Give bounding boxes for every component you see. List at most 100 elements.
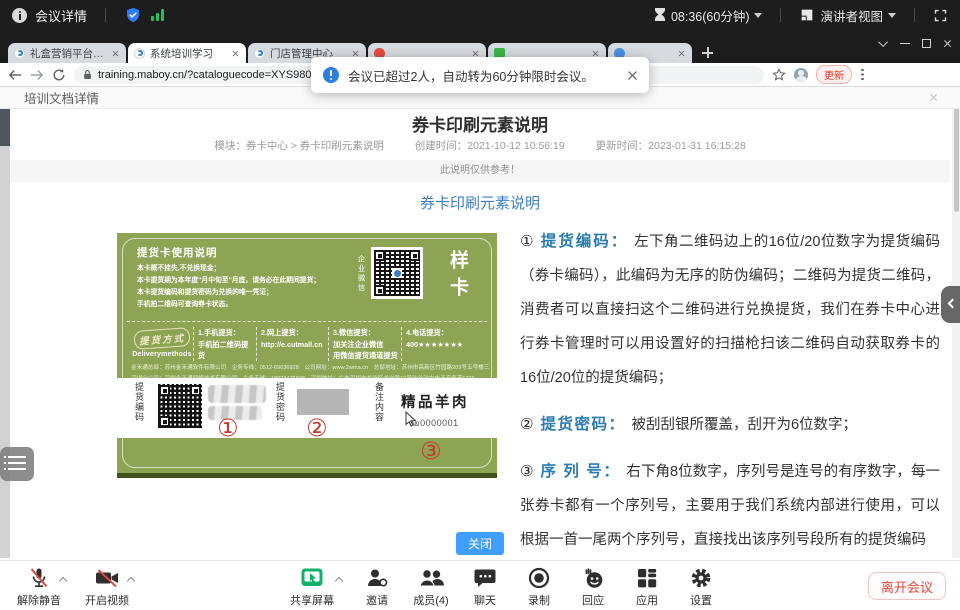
network-signal-icon[interactable] bbox=[150, 8, 166, 22]
share-options-chevron[interactable] bbox=[335, 577, 343, 585]
browser-update-pill[interactable]: 更新 bbox=[816, 65, 852, 84]
blurred-code-block bbox=[208, 385, 266, 403]
explanation-column: ①提货编码：左下角二维码边上的16位/20位数字为提货编码（券卡编码），此编码为… bbox=[520, 225, 940, 570]
card-usage-title: 提货卡使用说明 bbox=[137, 245, 355, 260]
meeting-timer[interactable]: 08:36(60分钟) bbox=[654, 6, 763, 25]
delivery-method-1: 1.手机提货：手机拍二维码提货 bbox=[198, 328, 255, 362]
back-icon[interactable] bbox=[8, 69, 22, 81]
mouse-cursor bbox=[405, 411, 417, 427]
microphone-muted-icon bbox=[27, 566, 51, 590]
browser-profile-avatar[interactable] bbox=[794, 68, 808, 82]
share-screen-icon bbox=[300, 566, 324, 590]
info-icon bbox=[323, 67, 339, 83]
meeting-info-label[interactable]: 会议详情 bbox=[35, 6, 87, 25]
window-menu-icon[interactable] bbox=[878, 37, 888, 47]
voucher-card-image: 提货卡使用说明 本卡概不挂失,不兑换现金； 本卡提货期为本年度"月中旬至"月底，… bbox=[117, 233, 497, 478]
unmute-button[interactable]: 解除静音 bbox=[10, 566, 68, 608]
tab-close-icon[interactable] bbox=[232, 49, 239, 56]
page-title: 培训文档详情 bbox=[24, 88, 99, 107]
doc-meta-created: 创建时间：2021-10-12 10:56:19 bbox=[415, 140, 565, 152]
gear-icon bbox=[689, 566, 713, 590]
hourglass-icon bbox=[654, 8, 666, 22]
reload-icon[interactable] bbox=[52, 68, 66, 82]
video-options-chevron[interactable] bbox=[127, 577, 135, 585]
meeting-info-icon[interactable] bbox=[12, 8, 27, 23]
browser-tab-2-active[interactable]: 系统培训学习 bbox=[128, 43, 246, 63]
card-usage-line: 本卡提货期为本年度"月中旬至"月底，请务必在此期间提货； bbox=[137, 275, 355, 287]
reaction-button[interactable]: 回应 bbox=[564, 566, 622, 608]
leave-meeting-button[interactable]: 离开会议 bbox=[868, 572, 946, 600]
badge-3: ③ bbox=[420, 440, 442, 464]
scrollbar-thumb[interactable] bbox=[954, 92, 959, 212]
fullscreen-icon[interactable] bbox=[933, 8, 948, 23]
serial-number: №0000001 bbox=[410, 418, 459, 428]
page-close-icon[interactable] bbox=[929, 93, 938, 102]
record-icon bbox=[527, 566, 551, 590]
doc-meta: 模块：券卡中心 > 券卡印刷元素说明 创建时间：2021-10-12 10:56… bbox=[0, 138, 960, 153]
notification-text: 会议已超过2人，自动转为60分钟限时会议。 bbox=[348, 66, 619, 85]
card-usage-block: 提货卡使用说明 本卡概不挂失,不兑换现金； 本卡提货期为本年度"月中旬至"月底，… bbox=[137, 245, 355, 311]
tab-close-icon[interactable] bbox=[592, 49, 599, 56]
invite-button[interactable]: 邀请 bbox=[348, 566, 406, 608]
delivery-method-2: 2.网上提货：http://e.cutmall.cn bbox=[261, 328, 327, 351]
divider bbox=[780, 8, 781, 22]
tab-close-icon[interactable] bbox=[112, 49, 119, 56]
camera-off-icon bbox=[94, 566, 120, 590]
apps-button[interactable]: 应用 bbox=[618, 566, 676, 608]
delivery-method-3: 3.微信提货：加关注企业微信 用微信提货通道提货 bbox=[333, 328, 400, 362]
settings-button[interactable]: 设置 bbox=[672, 566, 730, 608]
share-screen-button[interactable]: 共享屏幕 bbox=[280, 566, 344, 608]
record-button[interactable]: 录制 bbox=[510, 566, 568, 608]
tab-close-icon[interactable] bbox=[678, 49, 685, 56]
collapsed-sidebar-strip bbox=[0, 88, 10, 558]
new-tab-button[interactable] bbox=[700, 45, 715, 60]
divider bbox=[914, 8, 915, 22]
meeting-notification: 会议已超过2人，自动转为60分钟限时会议。 bbox=[311, 57, 649, 93]
start-video-button[interactable]: 开启视频 bbox=[78, 566, 136, 608]
notification-close-icon[interactable] bbox=[627, 69, 638, 80]
chevron-down-icon bbox=[754, 13, 762, 22]
page-scrollbar[interactable] bbox=[952, 88, 960, 558]
tab-close-icon[interactable] bbox=[352, 49, 359, 56]
members-icon bbox=[418, 566, 445, 590]
browser-tab-1[interactable]: 礼盒营销平台管理中心 bbox=[8, 43, 126, 63]
bookmark-star-icon[interactable] bbox=[772, 68, 786, 82]
apps-grid-icon bbox=[635, 566, 659, 590]
chat-bubble-icon bbox=[473, 566, 497, 590]
lock-icon bbox=[83, 69, 92, 80]
site-favicon bbox=[134, 48, 145, 59]
doc-section-link[interactable]: 券卡印刷元素说明 bbox=[0, 192, 960, 213]
window-close-icon[interactable] bbox=[943, 39, 952, 48]
dashed-divider bbox=[127, 321, 487, 322]
forward-icon[interactable] bbox=[30, 69, 44, 81]
window-maximize-icon[interactable] bbox=[922, 39, 931, 48]
mic-options-chevron[interactable] bbox=[59, 577, 67, 585]
delivery-methods-stamp: 提货方式 Deliverymethods bbox=[131, 329, 193, 358]
delivery-method-4: 4.电话提货：400★★★★★★★ bbox=[406, 328, 476, 351]
remark-label: 备注内容 bbox=[373, 382, 386, 434]
chat-button[interactable]: 聊天 bbox=[456, 566, 514, 608]
invite-person-icon bbox=[365, 566, 389, 590]
explanation-item-2: ②提货密码：被刮刮银所覆盖，刮开为6位数字； bbox=[520, 408, 940, 442]
tab-label: 礼盒营销平台管理中心 bbox=[30, 46, 106, 61]
wechat-vertical-label: 企业微信 bbox=[356, 255, 367, 317]
wechat-qr-code bbox=[371, 247, 423, 299]
chevron-down-icon bbox=[888, 13, 896, 22]
close-doc-button[interactable]: 关闭 bbox=[456, 532, 504, 555]
chevron-left-icon bbox=[948, 299, 958, 309]
divider bbox=[105, 8, 106, 22]
catalog-list-button[interactable] bbox=[0, 447, 34, 481]
view-mode-switch[interactable]: 演讲者视图 bbox=[799, 6, 896, 25]
panel-collapse-handle[interactable] bbox=[941, 286, 960, 323]
badge-2: ② bbox=[306, 417, 328, 441]
tab-label: 系统培训学习 bbox=[150, 46, 226, 61]
tab-close-icon[interactable] bbox=[472, 49, 479, 56]
site-favicon bbox=[14, 48, 25, 59]
pickup-qr-code bbox=[157, 383, 203, 429]
members-button[interactable]: 成员(4) bbox=[402, 566, 460, 608]
browser-menu-icon[interactable] bbox=[860, 68, 864, 82]
doc-meta-updated: 更新时间：2023-01-31 16:15:28 bbox=[596, 140, 746, 152]
scratch-off-area bbox=[297, 389, 349, 415]
security-shield-icon[interactable] bbox=[124, 6, 142, 24]
window-minimize-icon[interactable] bbox=[900, 43, 910, 44]
